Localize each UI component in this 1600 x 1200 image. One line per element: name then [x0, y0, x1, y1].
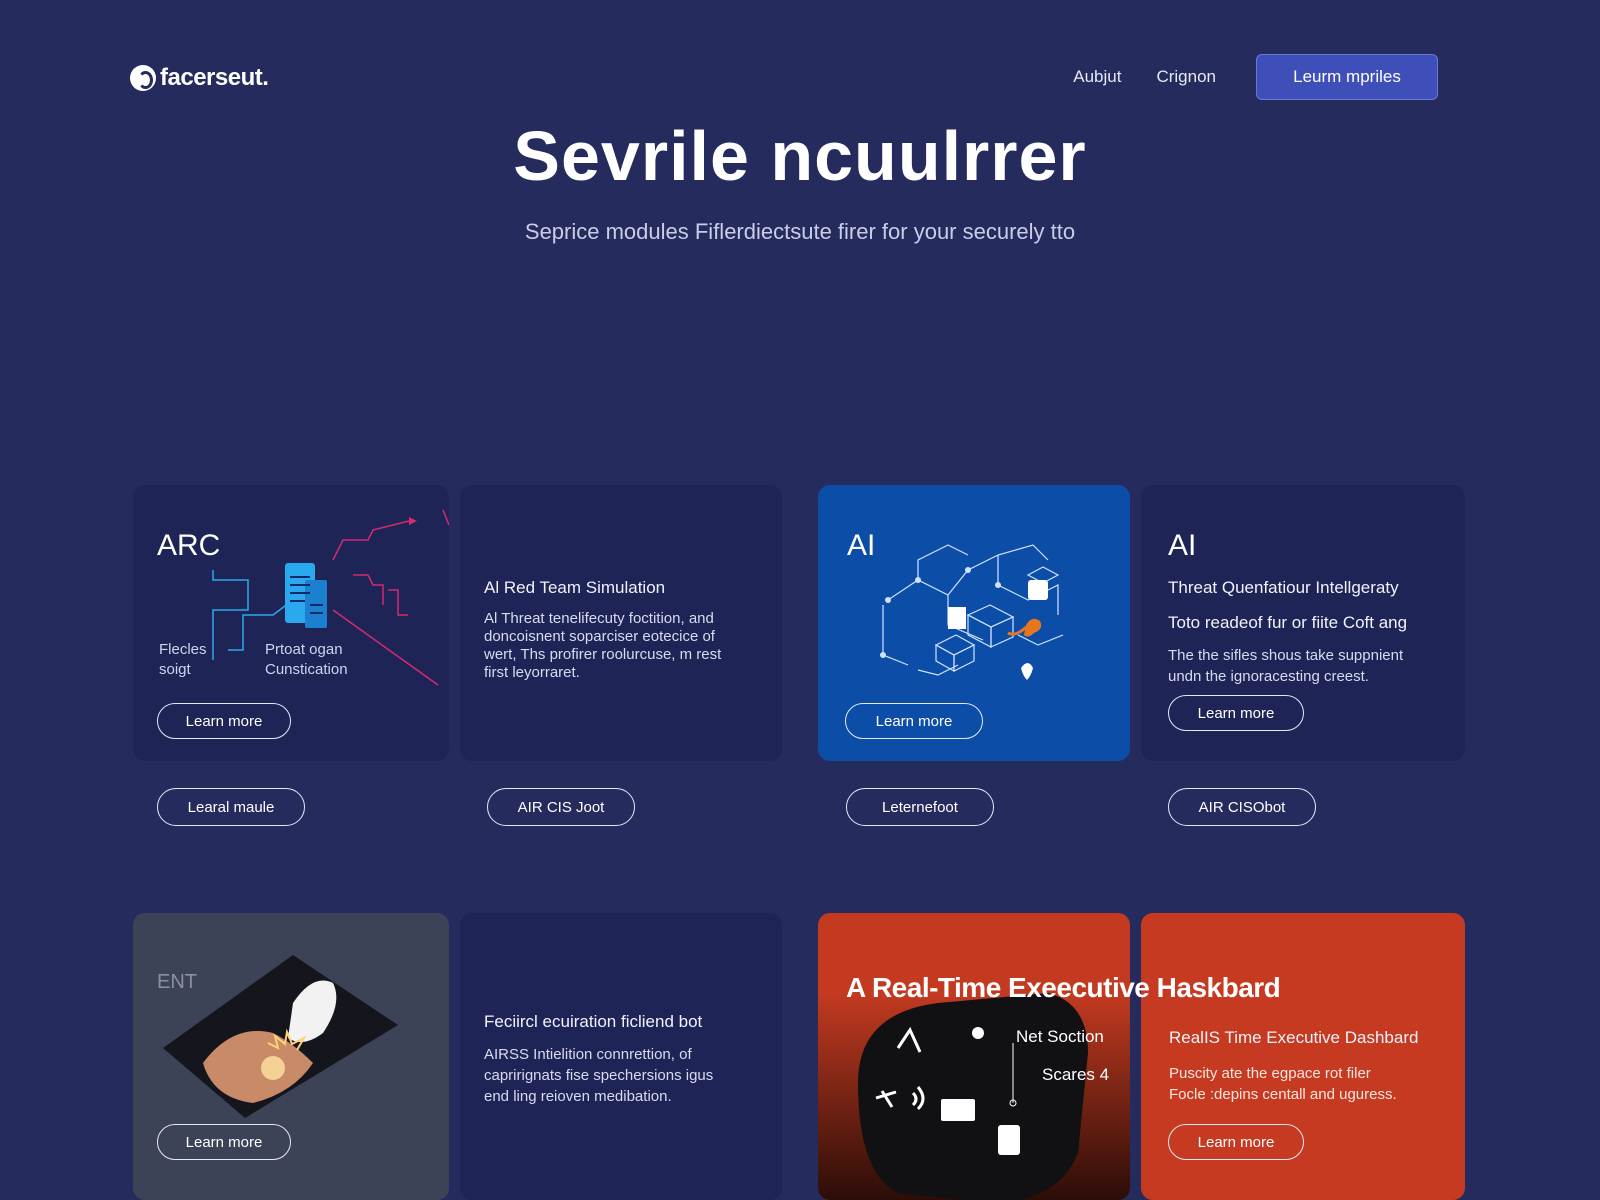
- learn-more-button[interactable]: Learn more: [157, 1124, 291, 1160]
- service-card-threat-intel[interactable]: AI Threat Quenfatiour Intellgeraty Toto …: [1141, 485, 1465, 761]
- service-card-intel-bot[interactable]: Feciircl ecuiration ficliend bot AIRSS I…: [460, 913, 782, 1200]
- service-card-arc[interactable]: ARC Flecles soigt Prtoat ogan Cunsticati…: [133, 485, 449, 761]
- illustration-label-left: Flecles soigt: [159, 641, 207, 678]
- learn-more-button[interactable]: Learn more: [1168, 1124, 1304, 1160]
- service-card-ai-network[interactable]: AI Learn more: [818, 485, 1130, 761]
- card-description: Puscity ate the egpace rot filer Focle :…: [1169, 1065, 1397, 1103]
- service-card-exec-dashboard-info[interactable]: RealIS Time Executive Dashbard Puscity a…: [1141, 913, 1465, 1200]
- learn-more-button[interactable]: Learn more: [1168, 695, 1304, 731]
- card-description: The the sifles shous take suppnient undn…: [1168, 647, 1404, 685]
- dashboard-devices-illustration: [818, 993, 1130, 1200]
- page-subtitle: Seprice modules Fiflerdiectsute firer fo…: [524, 219, 1076, 244]
- card-title: Al Red Team Simulation: [484, 578, 666, 597]
- top-nav: Aubjut Crignon Leurm mpriles: [1073, 54, 1438, 100]
- service-card-exec-dashboard[interactable]: Net Soction Scares 4: [818, 913, 1130, 1200]
- card-description: AIRSS Intielition connrettion, of caprir…: [484, 1046, 714, 1105]
- air-cis-joot-button[interactable]: AIR CIS Joot: [487, 788, 635, 826]
- logo[interactable]: facerseut.: [130, 64, 269, 92]
- logo-icon: [130, 65, 156, 91]
- nav-link-signon[interactable]: Crignon: [1156, 67, 1216, 87]
- card-title: Threat Quenfatiour Intellgeraty: [1168, 578, 1399, 597]
- service-card-ent[interactable]: ENT Learn more: [133, 913, 449, 1200]
- illustration-label-right: Prtoat ogan Cunstication: [265, 641, 348, 678]
- exec-dashboard-headline: A Real-Time Exeecutive Haskbard: [846, 972, 1281, 1003]
- card-description: Al Threat tenelifecuty foctition, and do…: [484, 610, 722, 681]
- learn-more-cta-button[interactable]: Leurm mpriles: [1256, 54, 1438, 100]
- air-cisobot-button[interactable]: AIR CISObot: [1168, 788, 1316, 826]
- learn-more-button[interactable]: Learn more: [845, 703, 983, 739]
- net-section-label: Net Soction: [1016, 1027, 1104, 1046]
- page-title: Sevrile ncuulrrer: [513, 117, 1087, 195]
- leternefoot-button[interactable]: Leternefoot: [846, 788, 994, 826]
- nav-link-about[interactable]: Aubjut: [1073, 67, 1121, 87]
- service-card-red-team[interactable]: Al Red Team Simulation Al Threat tenelif…: [460, 485, 782, 761]
- card-title: RealIS Time Executive Dashbard: [1169, 1028, 1419, 1047]
- logo-text: facerseut.: [160, 64, 269, 91]
- scores-label: Scares 4: [1042, 1065, 1110, 1084]
- card-tag: AI: [1168, 529, 1197, 562]
- card-subtitle: Toto readeof fur or fiite Coft ang: [1168, 613, 1408, 632]
- learn-more-button[interactable]: Learn more: [157, 703, 291, 739]
- learal-maule-button[interactable]: Learal maule: [157, 788, 305, 826]
- site-header: facerseut. Aubjut Crignon Leurm mpriles: [0, 0, 1600, 120]
- card-title: Feciircl ecuiration ficliend bot: [484, 1012, 703, 1031]
